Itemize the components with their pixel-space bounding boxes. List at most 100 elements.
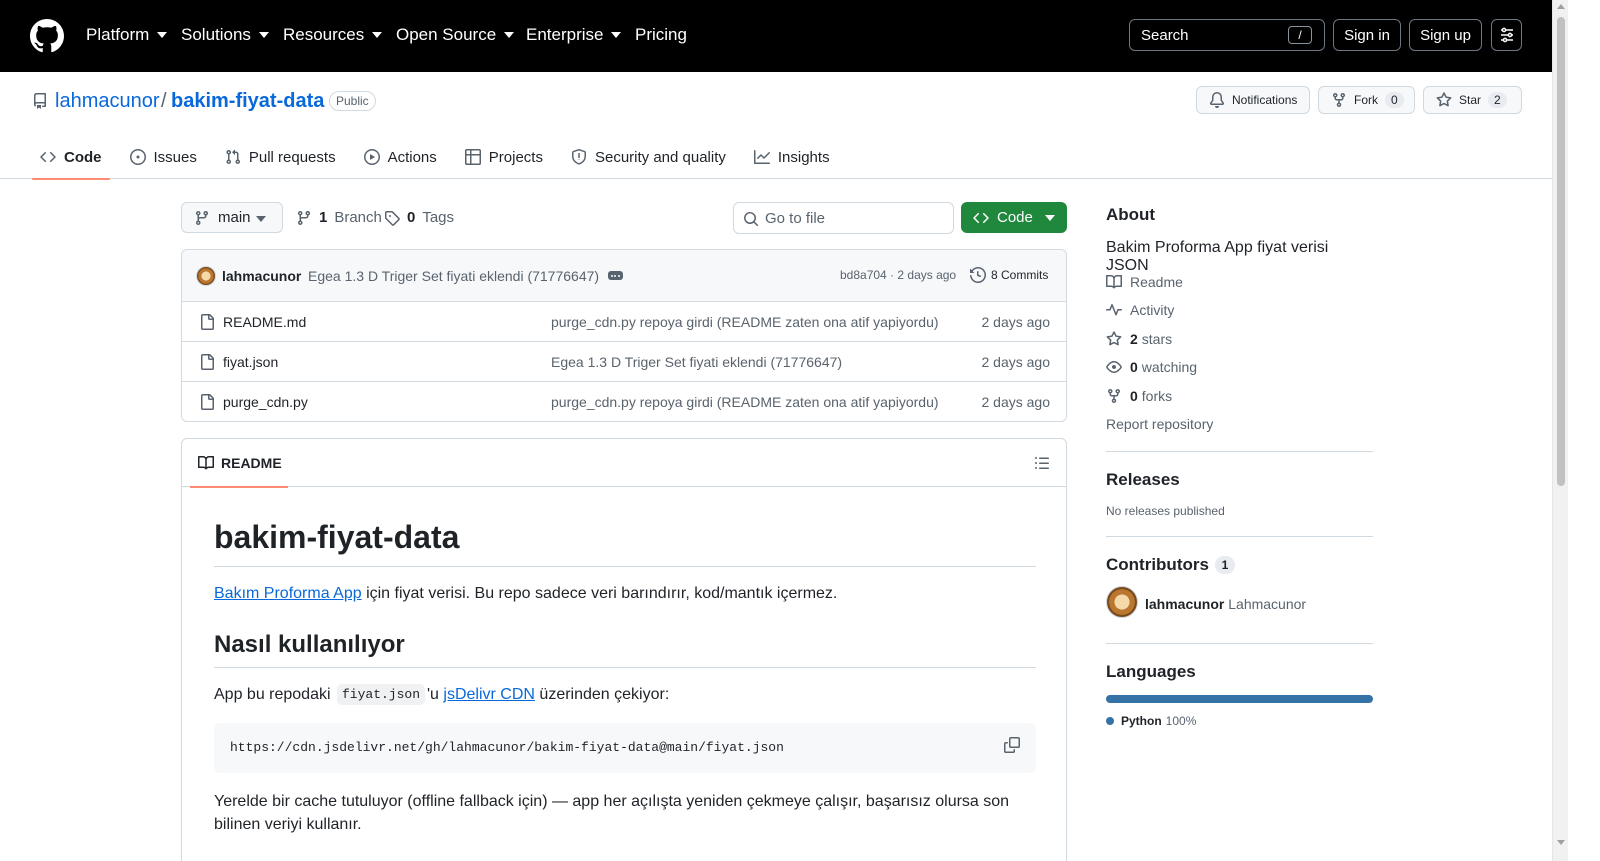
copy-icon[interactable] [1004,737,1020,753]
nav-pricing[interactable]: Pricing [635,22,687,48]
tags-link[interactable]: 0 Tags [384,209,454,226]
file-name-link[interactable]: README.md [223,314,306,330]
chevron-down-icon [256,216,266,222]
go-to-file-input[interactable]: Go to file [733,202,954,234]
nav-resources-label: Resources [283,25,365,44]
tab-security-label: Security and quality [594,148,726,166]
code-dropdown-button[interactable]: Code [961,202,1067,233]
repo-description: Bakim Proforma App fiyat verisi JSON [1106,239,1329,274]
avatar[interactable] [196,266,216,286]
divider [1106,536,1373,537]
list-unordered-icon[interactable] [1034,455,1050,471]
stars-link[interactable]: 2 stars [1106,331,1172,347]
forks-link[interactable]: 0 forks [1106,388,1172,404]
branch-icon [195,210,208,225]
chevron-down-icon [258,32,269,38]
language-item[interactable]: Python 100% [1106,714,1196,728]
tab-issues[interactable]: Issues [122,135,205,179]
star-icon [1436,92,1452,107]
file-commit-message[interactable]: purge_cdn.py repoya girdi (README zaten … [551,394,939,410]
contributor-item[interactable]: lahmacunor Lahmacunor [1145,596,1306,612]
star-icon [1106,331,1122,346]
nav-platform[interactable]: Platform [86,22,168,48]
nav-resources[interactable]: Resources [283,22,383,48]
search-button[interactable]: Search / [1129,19,1325,51]
file-commit-message[interactable]: purge_cdn.py repoya girdi (README zaten … [551,314,939,330]
book-icon [198,455,214,470]
file-icon [201,354,214,370]
scroll-up-arrow-icon[interactable] [1557,4,1565,9]
no-releases-text: No releases published [1106,504,1225,518]
nav-solutions[interactable]: Solutions [181,22,269,48]
watching-link[interactable]: 0 watching [1106,359,1197,375]
search-label: Search [1141,26,1189,44]
tab-pull-requests[interactable]: Pull requests [217,135,344,179]
file-icon [201,394,214,410]
tab-pull-requests-label: Pull requests [248,148,336,166]
page-scrollbar[interactable] [1552,0,1568,861]
branch-selector[interactable]: main [181,202,283,233]
activity-link[interactable]: Activity [1106,302,1174,318]
file-list: lahmacunor Egea 1.3 D Triger Set fiyati … [181,249,1067,422]
file-row[interactable]: README.md purge_cdn.py repoya girdi (REA… [182,302,1066,342]
tab-actions[interactable]: Actions [356,135,445,179]
tab-security[interactable]: Security and quality [563,135,734,179]
scrollbar-thumb[interactable] [1557,17,1565,486]
code-block: https://cdn.jsdelivr.net/gh/lahmacunor/b… [214,723,1036,773]
nav-solutions-label: Solutions [181,25,251,44]
branches-link[interactable]: 1 Branch [296,209,382,226]
tab-projects[interactable]: Projects [457,135,551,179]
file-name-link[interactable]: fiyat.json [223,354,278,370]
file-row[interactable]: fiyat.json Egea 1.3 D Triger Set fiyati … [182,342,1066,382]
sign-in-button[interactable]: Sign in [1333,19,1401,51]
menu-toggle-button[interactable] [1491,19,1522,51]
releases-heading[interactable]: Releases [1106,470,1180,490]
commit-sha-time[interactable]: bd8a704 · 2 days ago [840,268,956,282]
readme-paragraph: Bakım Proforma App için fiyat verisi. Bu… [214,585,837,603]
contributors-heading[interactable]: Contributors 1 [1106,555,1235,575]
app-link[interactable]: Bakım Proforma App [214,585,362,602]
nav-open-source[interactable]: Open Source [396,22,515,48]
shield-icon [571,149,586,165]
commit-author-link[interactable]: lahmacunor [222,268,301,284]
github-logo-icon[interactable] [30,19,64,53]
sliders-icon [1500,27,1513,43]
file-commit-message[interactable]: Egea 1.3 D Triger Set fiyati eklendi (71… [551,354,842,370]
nav-enterprise-label: Enterprise [526,25,604,44]
jsdelivr-link[interactable]: jsDelivr CDN [443,686,535,704]
ellipsis-icon[interactable] [608,271,623,280]
repo-owner-link[interactable]: lahmacunor [55,90,160,113]
contributors-count: 1 [1214,556,1235,574]
report-repository-link[interactable]: Report repository [1106,416,1213,432]
nav-pricing-label: Pricing [635,25,687,44]
commits-history-link[interactable]: 8 Commits [970,267,1048,283]
fork-icon [1108,389,1120,404]
readme-panel: README bakim-fiyat-data Bakım Proforma A… [181,438,1067,861]
sign-up-button[interactable]: Sign up [1409,19,1482,51]
readme-header: README [182,439,1066,488]
repo-name-link[interactable]: bakim-fiyat-data [171,90,324,113]
search-icon [744,212,759,227]
divider [1106,643,1373,644]
tab-insights[interactable]: Insights [746,135,838,179]
scroll-down-arrow-icon[interactable] [1557,840,1565,845]
notifications-button[interactable]: Notifications [1196,86,1310,114]
readme-tab[interactable]: README [190,439,288,488]
file-date: 2 days ago [981,354,1051,370]
fork-button[interactable]: Fork 0 [1318,86,1415,114]
chevron-down-icon [611,32,622,38]
readme-section-heading: Nasıl kullanılıyor [214,631,1036,668]
readme-link[interactable]: Readme [1106,274,1183,290]
file-row[interactable]: purge_cdn.py purge_cdn.py repoya girdi (… [182,382,1066,421]
file-name-link[interactable]: purge_cdn.py [223,394,308,410]
nav-enterprise[interactable]: Enterprise [526,22,622,48]
language-bar [1106,695,1373,703]
tag-icon [385,210,400,226]
commit-message-link[interactable]: Egea 1.3 D Triger Set fiyati eklendi (71… [308,268,599,284]
global-header: Platform Solutions Resources Open Source… [0,0,1552,72]
tab-projects-label: Projects [488,148,543,166]
star-button[interactable]: Star 2 [1423,86,1522,114]
avatar[interactable] [1106,586,1138,618]
go-to-file-placeholder: Go to file [765,209,826,227]
tab-code[interactable]: Code [32,135,110,180]
